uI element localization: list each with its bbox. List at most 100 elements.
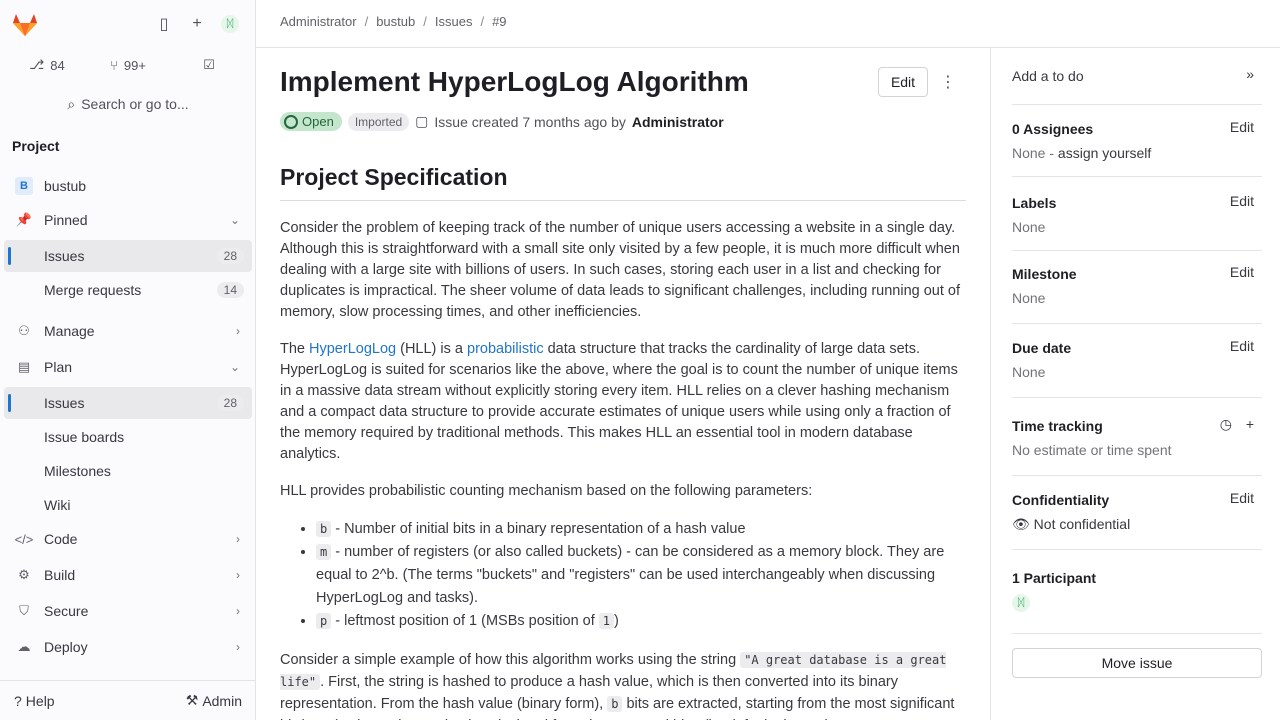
imported-badge: Imported: [347, 112, 410, 131]
chevron-right-icon: ›: [236, 640, 240, 654]
due-date-value: None: [1012, 364, 1046, 380]
parameter-list: b - Number of initial bits in a binary r…: [300, 518, 970, 633]
participant-avatar[interactable]: ᛞ: [1012, 594, 1262, 612]
description-paragraph: HLL provides probabilistic counting mech…: [280, 483, 813, 499]
gitlab-logo-icon[interactable]: [8, 8, 42, 42]
avatar: ᛞ: [221, 15, 239, 33]
sidebar-item-deploy[interactable]: ☁ Deploy ›: [4, 631, 252, 663]
issue-icon: ▢: [415, 113, 429, 129]
code-icon: </>: [14, 531, 34, 547]
chevron-right-icon: ›: [236, 324, 240, 338]
sidebar-item-secure[interactable]: ⛉ Secure ›: [4, 595, 252, 627]
probabilistic-link[interactable]: probabilistic: [467, 341, 544, 357]
add-todo-button[interactable]: Add a to do: [1012, 68, 1084, 84]
search-label: Search or go to...: [81, 96, 189, 112]
sidebar-item-label: Wiki: [44, 497, 71, 513]
sidebar-item-issue-boards[interactable]: Issue boards: [4, 421, 252, 453]
sidebar-item-label: Issues: [44, 395, 85, 411]
user-avatar[interactable]: ᛞ: [214, 8, 246, 40]
breadcrumb-item[interactable]: Issues: [435, 14, 473, 29]
milestone-title: Milestone: [1012, 266, 1077, 282]
edit-confidentiality-button[interactable]: Edit: [1230, 490, 1254, 506]
status-badge: Open: [280, 112, 342, 131]
chevron-down-icon: ⌄: [229, 360, 240, 374]
todo-list-button[interactable]: ☑: [170, 50, 248, 80]
count-badge: 28: [216, 248, 244, 264]
create-new-icon[interactable]: +: [181, 8, 213, 40]
collapse-sidebar-icon[interactable]: »: [1246, 66, 1254, 82]
question-icon: ?: [14, 692, 22, 709]
section-heading: Project Specification: [280, 164, 508, 190]
count-badge: 28: [216, 395, 244, 411]
admin-button[interactable]: ⚒ Admin: [180, 688, 248, 713]
merge-requests-count: 84: [50, 57, 65, 73]
breadcrumb-item[interactable]: #9: [492, 14, 506, 29]
sidebar-item-build[interactable]: ⚙ Build ›: [4, 559, 252, 591]
deploy-icon: ☁: [17, 639, 31, 654]
todos-count-button[interactable]: ⑂ 99+: [88, 50, 168, 80]
shield-icon: ⛉: [19, 603, 29, 618]
eye-icon: 👁: [1012, 516, 1030, 532]
todo-section: Add a to do »: [1012, 66, 1262, 84]
breadcrumb-item[interactable]: bustub: [376, 14, 415, 29]
sidebar-item-label: Issues: [44, 248, 85, 264]
edit-milestone-button[interactable]: Edit: [1230, 264, 1254, 280]
add-time-icon[interactable]: +: [1246, 416, 1254, 432]
admin-icon: ⚒: [185, 692, 199, 708]
chevron-right-icon: ›: [236, 568, 240, 582]
time-tracking-value: No estimate or time spent: [1012, 442, 1172, 458]
sidebar-item-milestones[interactable]: Milestones: [4, 455, 252, 487]
assign-yourself-link[interactable]: assign yourself: [1058, 145, 1151, 161]
help-button[interactable]: ? Help: [8, 689, 61, 713]
hyperloglog-link[interactable]: HyperLogLog: [309, 341, 396, 357]
participants-title: 1 Participant: [1012, 570, 1097, 586]
sidebar-project-link[interactable]: B bustub: [4, 170, 252, 202]
clock-icon[interactable]: ◷: [1220, 416, 1232, 433]
sidebar-item-label: Secure: [44, 603, 89, 619]
rocket-icon: ⚙: [18, 567, 30, 582]
chevron-right-icon: ›: [236, 532, 240, 546]
todos-count: 99+: [123, 57, 146, 73]
labels-title: Labels: [1012, 195, 1057, 211]
due-date-section: Due date Edit None: [1012, 338, 1262, 380]
edit-button[interactable]: Edit: [878, 67, 928, 97]
edit-assignees-button[interactable]: Edit: [1230, 119, 1254, 135]
confidentiality-title: Confidentiality: [1012, 492, 1110, 508]
sidebar-item-label: Issue boards: [44, 429, 125, 445]
count-badge: 14: [216, 282, 244, 298]
breadcrumb-item[interactable]: Administrator: [280, 14, 357, 29]
sidebar-item-plan[interactable]: ▤ Plan ⌄: [4, 351, 252, 383]
todo-icon: ⑂: [110, 57, 118, 73]
edit-due-date-button[interactable]: Edit: [1230, 338, 1254, 354]
more-actions-icon[interactable]: ⋮: [932, 67, 964, 97]
merge-requests-count-button[interactable]: ⎇ 84: [8, 50, 86, 80]
chevron-right-icon: ›: [236, 604, 240, 618]
sidebar-item-pinned-issues[interactable]: Issues 28: [4, 240, 252, 272]
users-icon: ⚇: [18, 323, 30, 338]
project-avatar: B: [15, 177, 33, 195]
due-date-title: Due date: [1012, 340, 1072, 356]
open-status-icon: [284, 114, 298, 129]
sidebar-item-code[interactable]: </> Code ›: [4, 523, 252, 555]
created-text: Issue created 7 months ago by: [434, 113, 626, 130]
sidebar-section-title: Project: [12, 138, 60, 154]
sidebar-item-manage[interactable]: ⚇ Manage ›: [4, 315, 252, 347]
list-item: p - leftmost position of 1 (MSBs positio…: [316, 610, 970, 633]
checkbox-icon: ☑: [203, 57, 215, 72]
project-name: bustub: [44, 178, 87, 194]
sidebar-item-pinned[interactable]: 📌 Pinned ⌄: [4, 204, 252, 236]
author-link[interactable]: Administrator: [632, 114, 724, 130]
search-button[interactable]: ⌕ Search or go to...: [8, 88, 248, 120]
sidebar-item-wiki[interactable]: Wiki: [4, 489, 252, 521]
edit-labels-button[interactable]: Edit: [1230, 193, 1254, 209]
pin-icon: 📌: [15, 212, 33, 227]
assignees-section: 0 Assignees Edit None - assign yourself: [1012, 119, 1262, 161]
sidebar-item-label: Milestones: [44, 463, 111, 479]
sidebar-item-issues[interactable]: Issues 28: [4, 387, 252, 419]
move-issue-button[interactable]: Move issue: [1012, 648, 1262, 678]
merge-request-icon: ⎇: [29, 57, 45, 72]
sidebar-item-merge-requests[interactable]: Merge requests 14: [4, 274, 252, 306]
sidebar-item-label: Merge requests: [44, 282, 142, 298]
sidebar-toggle-icon[interactable]: ▯: [148, 8, 180, 40]
description-paragraph: The HyperLogLog (HLL) is a probabilistic…: [280, 341, 958, 462]
